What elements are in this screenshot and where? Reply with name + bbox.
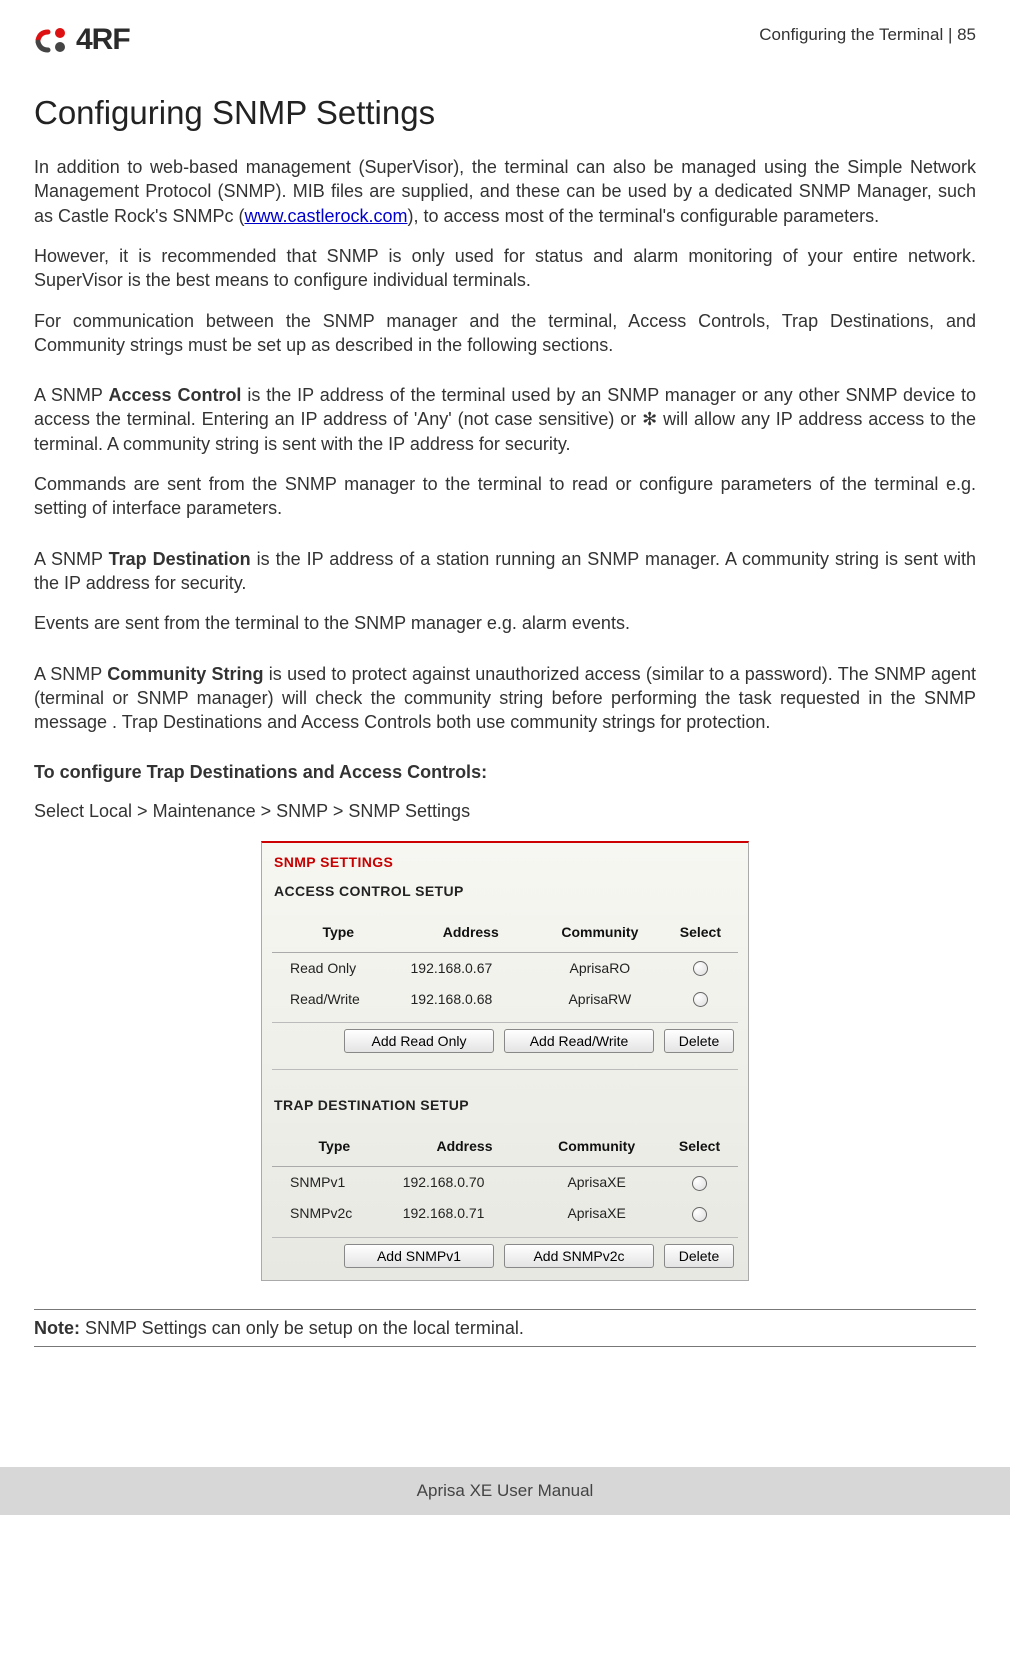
access-control-section-title: ACCESS CONTROL SETUP	[274, 882, 736, 901]
select-radio[interactable]	[693, 992, 708, 1007]
access-button-row: Add Read Only Add Read/Write Delete	[272, 1022, 738, 1070]
col-select: Select	[663, 919, 738, 952]
select-radio[interactable]	[693, 961, 708, 976]
cell-address: 192.168.0.67	[405, 952, 537, 983]
page-header: 4RF Configuring the Terminal | 85	[34, 20, 976, 61]
table-row: SNMPv1 192.168.0.70 AprisaXE	[272, 1167, 738, 1198]
cell-community: AprisaXE	[532, 1167, 661, 1198]
add-read-only-button[interactable]: Add Read Only	[344, 1029, 494, 1053]
divider	[34, 1309, 976, 1310]
trap-destination-section-title: TRAP DESTINATION SETUP	[274, 1096, 736, 1115]
page-footer: Aprisa XE User Manual	[0, 1467, 1010, 1515]
page-title: Configuring SNMP Settings	[34, 91, 976, 136]
table-row: Read/Write 192.168.0.68 AprisaRW	[272, 984, 738, 1015]
cell-type: SNMPv2c	[272, 1198, 397, 1229]
snmp-settings-panel: SNMP SETTINGS ACCESS CONTROL SETUP Type …	[261, 841, 749, 1281]
cell-address: 192.168.0.68	[405, 984, 537, 1015]
select-radio[interactable]	[692, 1176, 707, 1191]
note-block: Note: SNMP Settings can only be setup on…	[34, 1316, 976, 1340]
col-address: Address	[405, 919, 537, 952]
configure-heading: To configure Trap Destinations and Acces…	[34, 760, 976, 784]
delete-button[interactable]: Delete	[664, 1244, 734, 1268]
table-row: SNMPv2c 192.168.0.71 AprisaXE	[272, 1198, 738, 1229]
col-type: Type	[272, 1133, 397, 1166]
select-radio[interactable]	[692, 1207, 707, 1222]
community-string-paragraph: A SNMP Community String is used to prote…	[34, 662, 976, 735]
intro-paragraph-1: In addition to web-based management (Sup…	[34, 155, 976, 228]
note-text: SNMP Settings can only be setup on the l…	[80, 1318, 524, 1338]
col-community: Community	[537, 919, 663, 952]
access-control-paragraph: A SNMP Access Control is the IP address …	[34, 383, 976, 456]
brand-icon	[34, 26, 70, 54]
brand-logo: 4RF	[34, 20, 130, 61]
cell-community: AprisaRO	[537, 952, 663, 983]
add-read-write-button[interactable]: Add Read/Write	[504, 1029, 654, 1053]
col-community: Community	[532, 1133, 661, 1166]
trap-destination-paragraph: A SNMP Trap Destination is the IP addres…	[34, 547, 976, 596]
page-label: Configuring the Terminal | 85	[759, 24, 976, 47]
brand-text: 4RF	[76, 20, 130, 61]
cell-type: SNMPv1	[272, 1167, 397, 1198]
cell-type: Read/Write	[272, 984, 405, 1015]
divider	[34, 1346, 976, 1347]
access-control-table: Type Address Community Select Read Only …	[272, 919, 738, 1015]
cell-community: AprisaRW	[537, 984, 663, 1015]
cell-address: 192.168.0.70	[397, 1167, 533, 1198]
table-row: Read Only 192.168.0.67 AprisaRO	[272, 952, 738, 983]
trap-destination-table: Type Address Community Select SNMPv1 192…	[272, 1133, 738, 1229]
cell-community: AprisaXE	[532, 1198, 661, 1229]
trap-button-row: Add SNMPv1 Add SNMPv2c Delete	[272, 1237, 738, 1268]
castlerock-link[interactable]: www.castlerock.com	[244, 206, 407, 226]
cell-address: 192.168.0.71	[397, 1198, 533, 1229]
delete-button[interactable]: Delete	[664, 1029, 734, 1053]
access-control-paragraph-2: Commands are sent from the SNMP manager …	[34, 472, 976, 521]
cell-type: Read Only	[272, 952, 405, 983]
configure-path: Select Local > Maintenance > SNMP > SNMP…	[34, 799, 976, 823]
panel-title: SNMP SETTINGS	[274, 853, 736, 872]
col-select: Select	[661, 1133, 738, 1166]
trap-destination-paragraph-2: Events are sent from the terminal to the…	[34, 611, 976, 635]
col-address: Address	[397, 1133, 533, 1166]
intro-paragraph-3: For communication between the SNMP manag…	[34, 309, 976, 358]
note-label: Note:	[34, 1318, 80, 1338]
intro-paragraph-2: However, it is recommended that SNMP is …	[34, 244, 976, 293]
add-snmpv2c-button[interactable]: Add SNMPv2c	[504, 1244, 654, 1268]
add-snmpv1-button[interactable]: Add SNMPv1	[344, 1244, 494, 1268]
col-type: Type	[272, 919, 405, 952]
